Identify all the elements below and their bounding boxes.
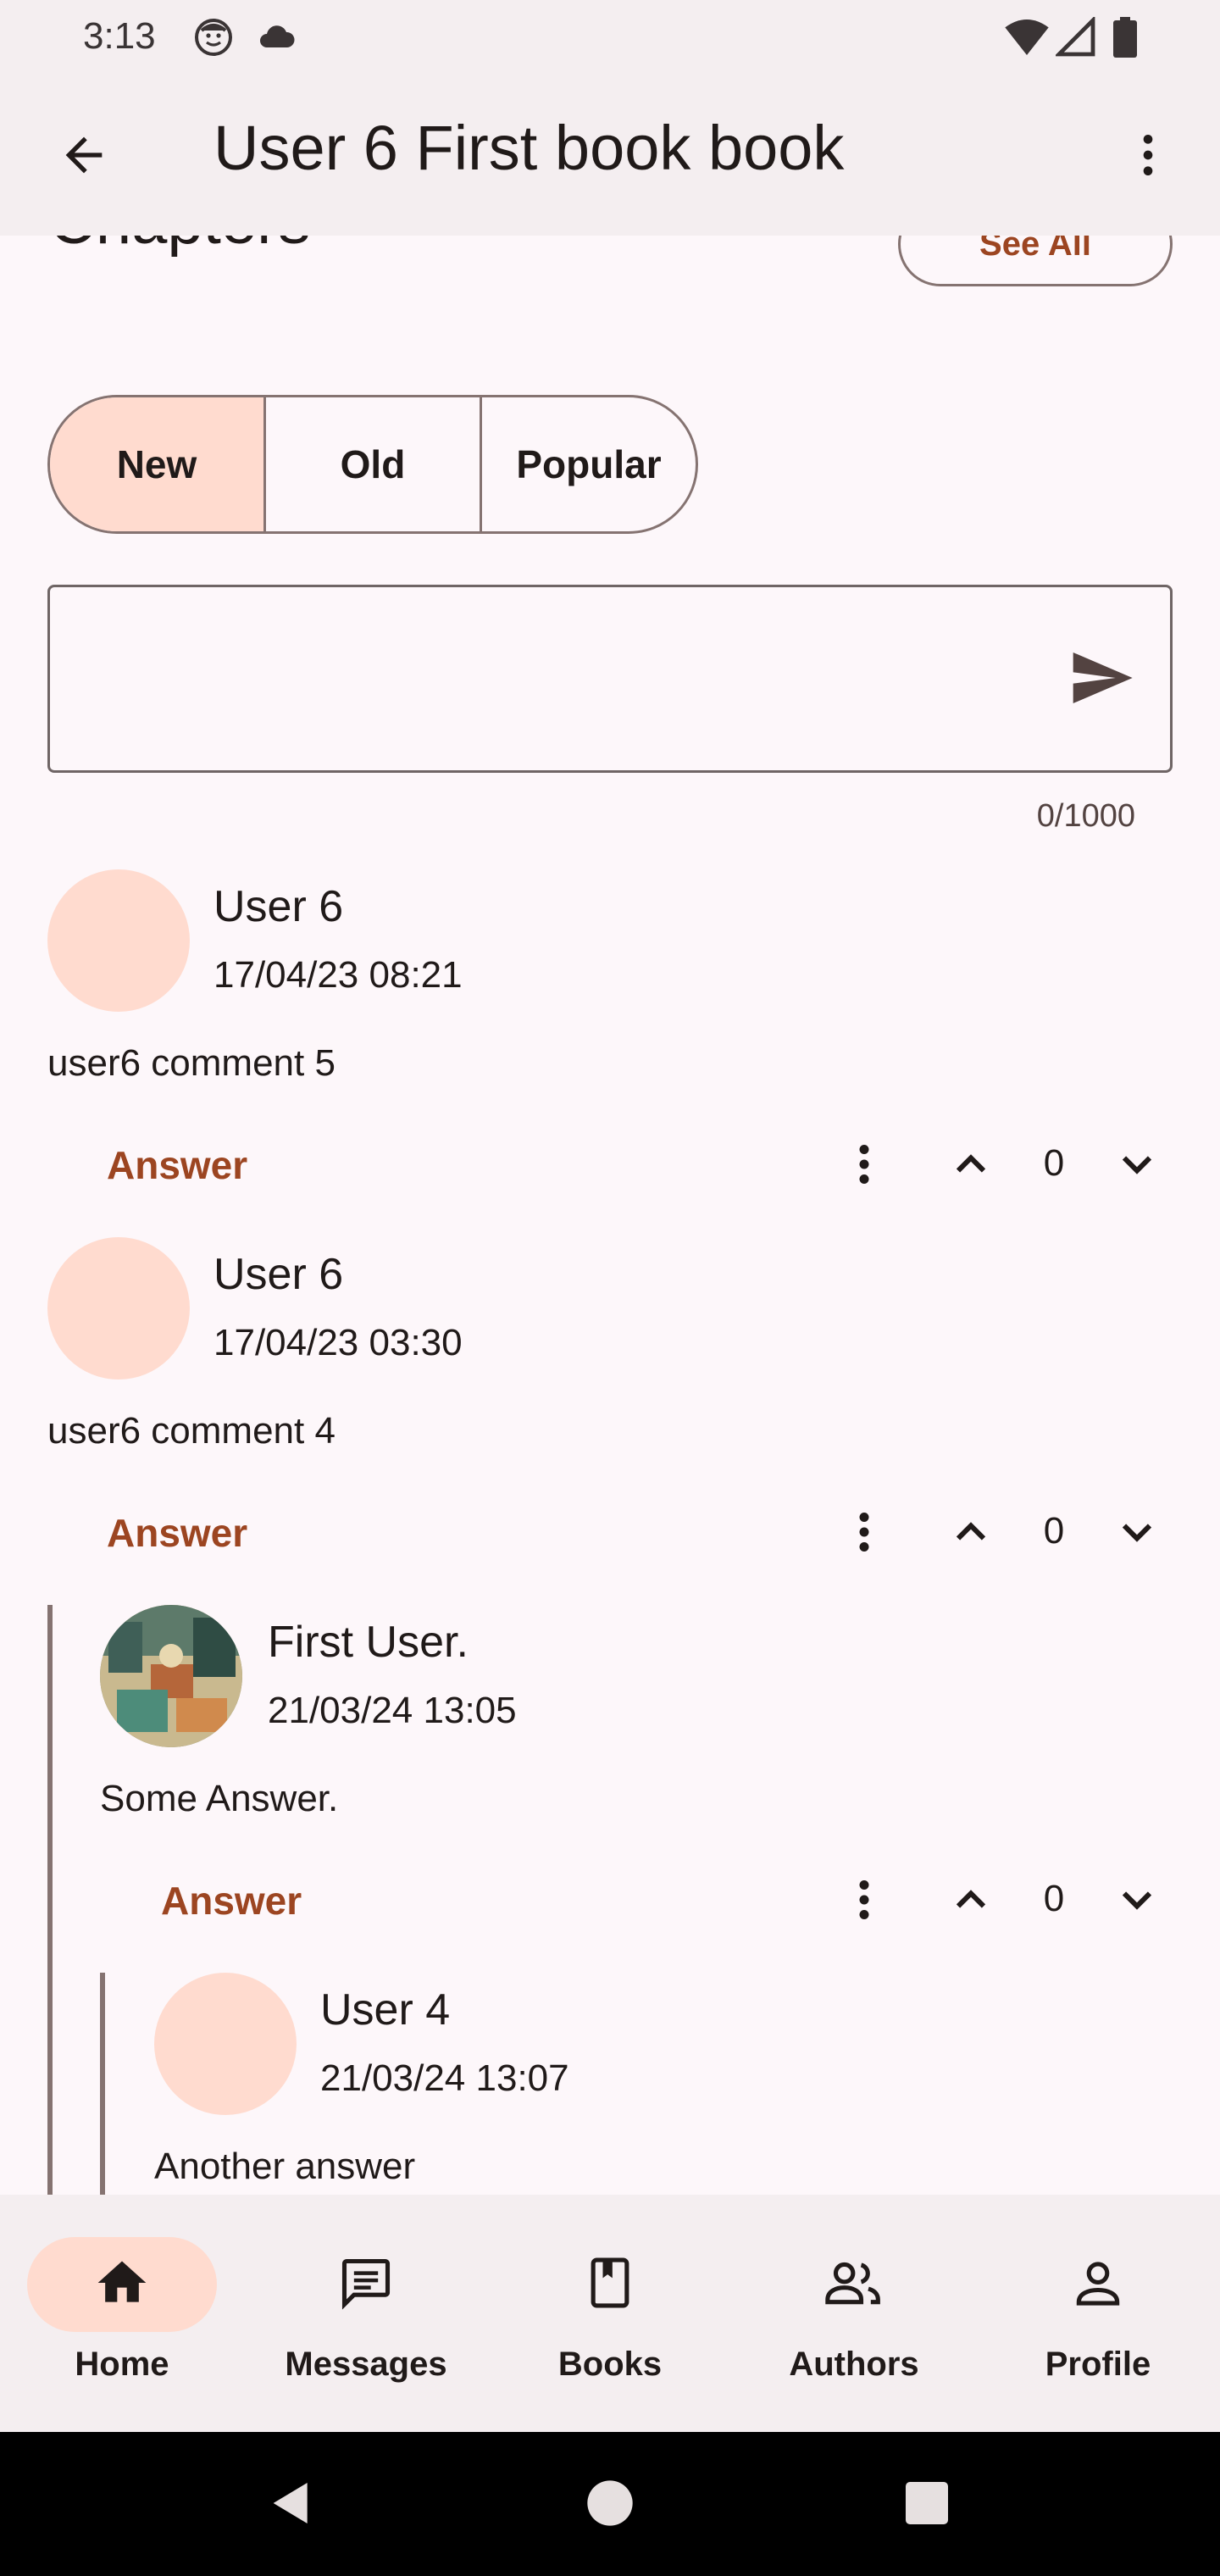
top-app-bar: User 6 First book book [0,75,1220,236]
sort-new-button[interactable]: New [50,397,263,531]
status-bar: 3:13 [0,0,1220,75]
character-counter: 0/1000 [1036,798,1135,834]
comment-date: 21/03/24 13:07 [320,2057,569,2099]
system-back-icon[interactable] [264,2476,319,2534]
answer-button[interactable]: Answer [161,1878,302,1924]
comment-user: First User. [268,1618,469,1667]
nav-messages[interactable]: Messages [244,2237,488,2407]
downvote-button[interactable] [1103,1500,1171,1568]
avatar[interactable] [47,869,190,1012]
comment-date: 21/03/24 13:05 [268,1690,517,1731]
book-icon [581,2254,639,2316]
system-home-icon[interactable] [583,2476,637,2534]
system-recents-icon[interactable] [901,2478,952,2533]
cloud-icon [254,17,300,62]
nav-home[interactable]: Home [0,2237,244,2407]
nav-indicator [759,2237,949,2332]
comment-date: 17/04/23 03:30 [214,1322,463,1363]
comment-menu-button[interactable] [830,1132,898,1200]
comment-menu-button[interactable] [830,1500,898,1568]
nav-indicator [1003,2237,1193,2332]
back-button[interactable] [46,119,122,195]
nav-profile[interactable]: Profile [976,2237,1220,2407]
more-vert-icon [839,1507,890,1562]
downvote-button[interactable] [1103,1868,1171,1935]
nav-indicator [27,2237,217,2332]
sort-old-button[interactable]: Old [263,397,480,531]
comment-text: user6 comment 5 [47,1042,336,1084]
nav-indicator [515,2237,705,2332]
nav-authors[interactable]: Authors [732,2237,976,2407]
system-navigation-bar [0,2432,1220,2576]
reply-thread-line [100,1973,105,2195]
chevron-up-icon [946,1507,996,1562]
sort-segmented-control: New Old Popular [47,395,698,534]
more-vert-icon [839,1874,890,1929]
chevron-up-icon [946,1139,996,1194]
comment-user: User 6 [214,882,344,931]
comment-text: user6 comment 4 [47,1410,336,1452]
nav-label: Messages [285,2346,447,2383]
bottom-navigation: Home Messages Books Authors Profile [0,2195,1220,2432]
send-icon [1068,644,1135,716]
answer-button[interactable]: Answer [107,1510,247,1556]
upvote-button[interactable] [937,1132,1005,1200]
nav-books[interactable]: Books [488,2237,732,2407]
comment-text: Some Answer. [100,1778,339,1819]
people-icon [823,2254,885,2316]
upvote-button[interactable] [937,1868,1005,1935]
wifi-icon [1003,17,1051,62]
chevron-down-icon [1112,1874,1162,1929]
answer-button[interactable]: Answer [107,1142,247,1188]
status-time: 3:13 [83,15,156,57]
battery-icon [1110,17,1140,62]
comment-menu-button[interactable] [830,1868,898,1935]
chevron-down-icon [1112,1507,1162,1562]
nav-label: Books [557,2346,663,2383]
reply-thread-line [47,1605,53,2195]
downvote-button[interactable] [1103,1132,1171,1200]
comments-screen: Chapters See All New Old Popular 0/1000 … [0,236,1220,2195]
chevron-down-icon [1112,1139,1162,1194]
home-icon [93,2254,151,2316]
send-button[interactable] [1063,641,1140,718]
vote-count: 0 [1043,1142,1065,1184]
arrow-back-icon [57,128,111,186]
nav-indicator [271,2237,461,2332]
page-title: User 6 First book book [214,113,845,183]
chevron-up-icon [946,1874,996,1929]
comment-date: 17/04/23 08:21 [214,954,463,996]
see-all-button[interactable]: See All [898,236,1173,286]
face-icon [193,17,234,62]
more-vert-icon [1121,128,1175,186]
person-icon [1069,2254,1127,2316]
nav-label: Profile [1045,2346,1151,2383]
comment-input[interactable] [47,585,1173,773]
vote-count: 0 [1043,1878,1065,1919]
avatar[interactable] [47,1237,190,1380]
comment-user: User 4 [320,1985,451,2035]
nav-label: Home [75,2346,169,2383]
signal-icon [1054,15,1096,62]
sort-popular-button[interactable]: Popular [480,397,696,531]
comment-user: User 6 [214,1250,344,1299]
more-options-button[interactable] [1110,119,1186,195]
upvote-button[interactable] [937,1500,1005,1568]
messages-icon [337,2254,395,2316]
comment-text: Another answer [154,2146,416,2187]
nav-label: Authors [789,2346,919,2383]
avatar[interactable] [100,1605,242,1747]
more-vert-icon [839,1139,890,1194]
vote-count: 0 [1043,1510,1065,1552]
section-title: Chapters [49,236,310,258]
avatar[interactable] [154,1973,297,2115]
